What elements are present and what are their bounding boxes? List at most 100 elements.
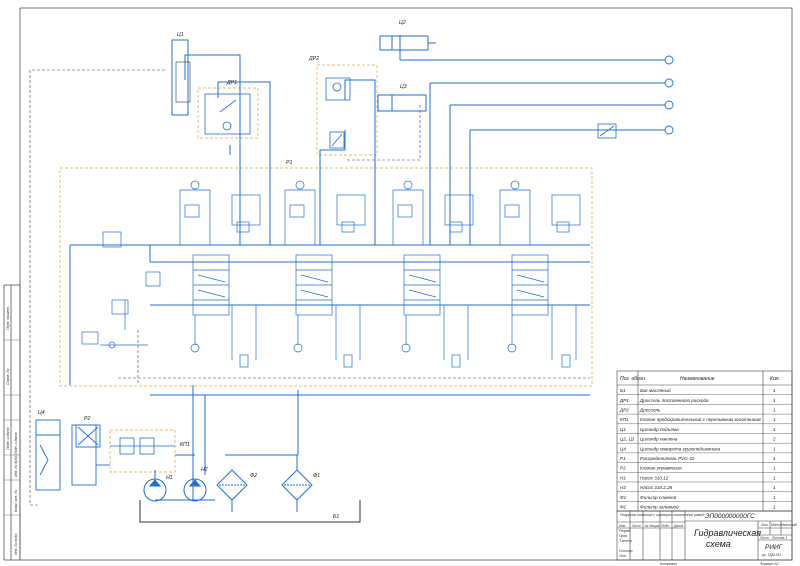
organization-line-1: РИИГ <box>765 544 783 551</box>
spec-cell-qty: 2 <box>772 437 776 442</box>
throttle-ts4 <box>597 123 617 139</box>
section-4 <box>499 180 581 368</box>
spec-cell-pos: Н2 <box>620 485 626 490</box>
section-3 <box>392 180 474 368</box>
spec-cell-name: Фильтр сливной <box>640 494 677 500</box>
side-label-repl-inv: Взам. инв. № <box>14 490 18 512</box>
spec-cell-pos: Б1 <box>620 388 626 393</box>
spec-cell-pos: Н1 <box>620 475 626 480</box>
spec-cell-qty: 1 <box>773 456 776 461</box>
cylinder-ts3 <box>377 94 427 112</box>
role-approved: Утв. <box>619 554 627 558</box>
spec-cell-pos: ДР1 <box>619 398 629 403</box>
outlet-ports <box>664 55 674 135</box>
spec-cell-pos: Ц4 <box>620 446 626 451</box>
drawing-title-line-2: схема <box>706 539 731 549</box>
organization-line-2: гр. ТДМ-511 <box>762 553 781 557</box>
side-label-dup-inv: Инв. № дубл. <box>14 455 18 477</box>
spec-cell-name: Бак масляный <box>640 387 671 393</box>
label-f1: Ф1 <box>313 473 320 479</box>
side-label-ref: Справ. № <box>6 369 10 385</box>
spec-cell-pos: Р2 <box>620 466 626 471</box>
spec-cell-qty: 1 <box>773 485 776 490</box>
spec-cell-name: Цилиндр подъема <box>640 427 679 432</box>
spec-cell-qty: 1 <box>773 398 776 403</box>
spec-cell-name: Насос 310.2.28 <box>640 485 673 490</box>
role-tech-control: Т.контр. <box>619 539 633 543</box>
role-norm-control: Н.контр. <box>619 549 633 553</box>
side-label-sign-date-1: Подп. и дата <box>6 428 10 451</box>
side-label-first-use: Перв. примен. <box>6 306 10 330</box>
label-ts2: Ц2 <box>399 20 406 26</box>
spec-header-0: Поз. обозн. <box>620 376 646 382</box>
format-label: Формат А3 <box>760 562 779 566</box>
label-dp1: ДР1 <box>226 80 237 86</box>
spec-cell-pos: Ф2 <box>620 505 627 510</box>
label-ts1: Ц1 <box>177 32 184 38</box>
drawing-title-line-1: Гидравлическая <box>694 528 761 538</box>
revision-col-sign: Подп. <box>661 524 670 528</box>
sheet-frame <box>3 7 793 561</box>
revision-col-change: Изм. <box>619 524 626 528</box>
spec-cell-pos: КП1 <box>620 417 629 422</box>
spec-cell-pos: Ц2, Ц3 <box>620 437 635 442</box>
filter-f1 <box>281 455 313 512</box>
revision-col-doc: № докум. <box>645 524 660 528</box>
section-2 <box>284 180 366 368</box>
document-code: ЭП000000000ГС <box>705 513 755 520</box>
lit-header: Лит. <box>760 523 769 527</box>
spec-cell-qty: 1 <box>773 446 776 451</box>
spec-cell-name: Клапан управления <box>640 466 682 471</box>
spec-cell-pos: Р1 <box>620 456 626 461</box>
label-ts4: Ц4 <box>38 410 45 416</box>
spec-cell-name: Дроссель постоянного расхода <box>639 398 709 403</box>
spec-cell-qty: 1 <box>773 466 776 471</box>
spec-cell-pos: Ф1 <box>620 495 627 500</box>
spec-cell-qty: 1 <box>773 417 776 422</box>
pump-n1 <box>143 470 167 502</box>
drain-lines <box>29 69 590 506</box>
side-strip <box>4 339 20 516</box>
spec-cell-name: Распределитель PVG 32 <box>640 456 695 461</box>
spec-cell-qty: 1 <box>773 475 776 480</box>
title-note: Погрузчик вилочный с шарнирно-сочлененно… <box>620 513 704 517</box>
spec-table-rows: Поз. обозн. Наименование Кол. Б1 Бак масляны… <box>617 376 792 512</box>
side-label-sign-date-2: Подп. и дата <box>14 433 18 456</box>
sheets-count: Листов 1 <box>771 536 787 540</box>
spec-cell-pos: Ц1 <box>620 427 626 432</box>
throttle-dp2 <box>325 77 351 149</box>
spec-cell-qty: 1 <box>773 505 776 510</box>
label-f2: Ф2 <box>250 473 257 479</box>
label-r1: Р1 <box>286 160 292 166</box>
pressure-lines <box>69 35 665 501</box>
spec-cell-qty: 1 <box>773 408 776 413</box>
label-n1: Н1 <box>166 475 173 481</box>
cylinder-ts1 <box>171 39 191 116</box>
spec-cell-pos: ДР2 <box>619 408 629 413</box>
revision-col-date: Дата <box>673 524 683 528</box>
spec-cell-qty: 1 <box>773 495 776 500</box>
spec-cell-qty: 1 <box>773 427 776 432</box>
pump-n2 <box>183 478 207 502</box>
spec-cell-name: Цилиндр наклона <box>640 437 678 442</box>
distributor-sections <box>81 180 581 368</box>
label-ts3: Ц3 <box>400 84 407 90</box>
label-r2: Р2 <box>84 416 90 422</box>
spec-cell-qty: 1 <box>773 388 776 393</box>
spec-cell-name: Насос 310.12 <box>640 475 669 480</box>
role-developer: Разраб. <box>619 529 631 533</box>
role-checker: Пров. <box>619 534 628 538</box>
label-b1: Б1 <box>333 514 339 520</box>
revision-col-sheet: Лист <box>631 524 641 528</box>
cylinder-ts2 <box>379 35 436 51</box>
section-1 <box>179 180 261 368</box>
cylinder-ts4 <box>35 419 110 491</box>
mass-header: Масса <box>771 523 781 527</box>
copied-label: Копировал <box>660 562 677 566</box>
side-label-orig-inv: Инв. № подл. <box>14 533 18 555</box>
relief-valve-kp1 <box>110 437 175 455</box>
spec-header-1: Наименование <box>680 376 715 382</box>
throttle-dp1 <box>204 93 251 135</box>
spec-header-2: Кол. <box>770 376 780 382</box>
tank-b1 <box>139 500 361 523</box>
